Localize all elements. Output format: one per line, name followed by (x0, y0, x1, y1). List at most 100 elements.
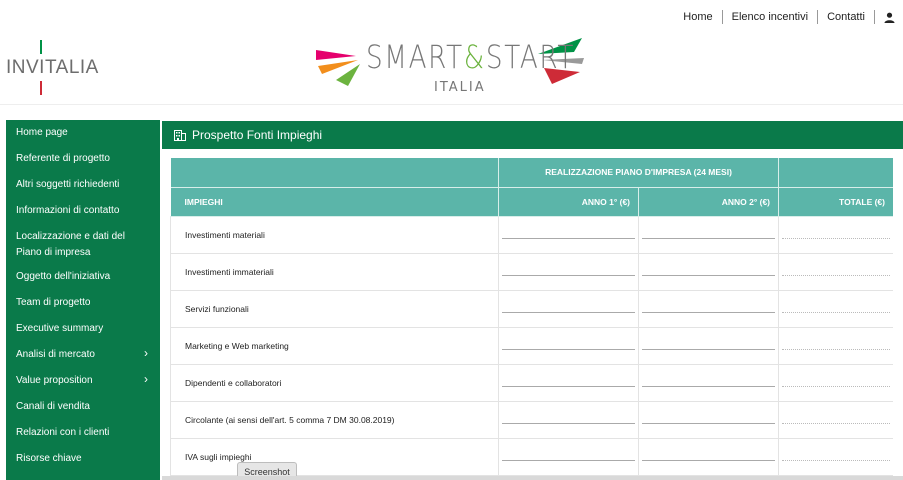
table-cell (638, 290, 779, 328)
totale-readonly-field (782, 328, 890, 350)
sidebar-item[interactable]: Risorse chiave (6, 446, 160, 472)
sidebar-item-label: Oggetto dell'iniziativa (16, 271, 111, 282)
table-cell (498, 290, 639, 328)
nav-link-elenco-incentivi[interactable]: Elenco incentivi (723, 10, 819, 24)
row-label: Marketing e Web marketing (170, 327, 499, 365)
table-cell (778, 327, 893, 365)
fonti-impieghi-table: REALIZZAZIONE PIANO D'IMPRESA (24 MESI) … (170, 158, 893, 476)
table-cell (778, 438, 893, 476)
totale-readonly-field (782, 439, 890, 461)
top-nav: Home Elenco incentivi Contatti (674, 8, 903, 26)
horizontal-scrollbar[interactable] (162, 476, 903, 480)
table-cell (778, 216, 893, 254)
sidebar-item-label: Value proposition (16, 375, 93, 386)
sidebar-item-label: Executive summary (16, 323, 104, 334)
sidebar-item[interactable]: Localizzazione e dati del Piano di impre… (6, 224, 160, 264)
chevron-right-icon[interactable]: › (144, 346, 148, 360)
invitalia-wordmark: INVITALIA (6, 57, 99, 78)
sidebar-item[interactable]: Informazioni di contatto (6, 198, 160, 224)
table-group-header-row: REALIZZAZIONE PIANO D'IMPRESA (24 MESI) (170, 158, 893, 188)
sidebar-item[interactable]: Value proposition › (6, 368, 160, 394)
col-header-impieghi: IMPIEGHI (170, 187, 499, 217)
table-cell (638, 438, 779, 476)
totale-readonly-field (782, 365, 890, 387)
sidebar-item-label: Team di progetto (16, 297, 91, 308)
table-cell (498, 327, 639, 365)
anno-2-input[interactable] (642, 254, 775, 276)
anno-2-input[interactable] (642, 439, 775, 461)
building-icon (174, 129, 186, 141)
header-divider (0, 104, 903, 105)
totale-readonly-field (782, 254, 890, 276)
table-cell (638, 327, 779, 365)
anno-1-input[interactable] (502, 217, 635, 239)
anno-2-input[interactable] (642, 328, 775, 350)
sidebar-item[interactable]: Executive summary (6, 316, 160, 342)
table-cell (498, 401, 639, 439)
anno-1-input[interactable] (502, 254, 635, 276)
totale-readonly-field (782, 291, 890, 313)
fonti-impieghi-table-container[interactable]: REALIZZAZIONE PIANO D'IMPRESA (24 MESI) … (170, 158, 893, 480)
sidebar-item[interactable]: Oggetto dell'iniziativa (6, 264, 160, 290)
row-label: Circolante (ai sensi dell'art. 5 comma 7… (170, 401, 499, 439)
totale-readonly-field (782, 402, 890, 424)
anno-1-input[interactable] (502, 291, 635, 313)
logo-bar-green (40, 40, 42, 54)
anno-2-input[interactable] (642, 291, 775, 313)
table-cell (638, 401, 779, 439)
table-row: Investimenti immateriali (170, 253, 893, 291)
row-label: IVA sugli impieghi (170, 438, 499, 476)
sidebar-item-label: Home page (16, 127, 68, 138)
table-column-header-row: IMPIEGHI ANNO 1° (€) ANNO 2° (€) TOTALE … (170, 187, 893, 217)
table-cell (498, 438, 639, 476)
table-cell (498, 364, 639, 402)
sidebar-item-label: Localizzazione e dati del Piano di impre… (16, 231, 125, 258)
anno-2-input[interactable] (642, 217, 775, 239)
col-header-anno-1: ANNO 1° (€) (498, 187, 639, 217)
anno-1-input[interactable] (502, 365, 635, 387)
nav-link-contatti[interactable]: Contatti (818, 10, 875, 24)
invitalia-logo[interactable]: INVITALIA (6, 40, 106, 96)
table-row: Circolante (ai sensi dell'art. 5 comma 7… (170, 401, 893, 439)
row-label: Investimenti materiali (170, 216, 499, 254)
table-cell (778, 364, 893, 402)
smart-start-logo[interactable]: SMART&START ITALIA (312, 34, 588, 100)
sidebar-item[interactable]: Team di progetto (6, 290, 160, 316)
sidebar-item[interactable]: Altri soggetti richiedenti (6, 172, 160, 198)
table-cell (638, 364, 779, 402)
sidebar-item[interactable]: Home page (6, 120, 160, 146)
anno-1-input[interactable] (502, 439, 635, 461)
sidebar-item-label: Analisi di mercato (16, 349, 95, 360)
anno-2-input[interactable] (642, 402, 775, 424)
table-cell (778, 253, 893, 291)
sidebar-item[interactable]: Analisi di mercato › (6, 342, 160, 368)
chevron-right-icon[interactable]: › (144, 372, 148, 386)
table-row: Marketing e Web marketing (170, 327, 893, 365)
row-label: Dipendenti e collaboratori (170, 364, 499, 402)
sidebar-item[interactable]: Relazioni con i clienti (6, 420, 160, 446)
anno-1-input[interactable] (502, 328, 635, 350)
logo-bar-red (40, 81, 42, 95)
row-label: Investimenti immateriali (170, 253, 499, 291)
table-row: Dipendenti e collaboratori (170, 364, 893, 402)
anno-2-input[interactable] (642, 365, 775, 387)
table-cell (778, 401, 893, 439)
user-icon[interactable] (875, 12, 903, 23)
header-empty (170, 158, 499, 188)
anno-1-input[interactable] (502, 402, 635, 424)
smart-start-sub: ITALIA (434, 80, 486, 95)
row-label: Servizi funzionali (170, 290, 499, 328)
table-row: Investimenti materiali (170, 216, 893, 254)
table-cell (778, 290, 893, 328)
header-empty (778, 158, 893, 188)
sidebar-item[interactable]: Canali di vendita (6, 394, 160, 420)
panel-title: Prospetto Fonti Impieghi (192, 128, 323, 142)
sidebar-item[interactable]: Referente di progetto (6, 146, 160, 172)
sidebar-item-label: Altri soggetti richiedenti (16, 179, 120, 190)
sidebar-item-label: Risorse chiave (16, 453, 82, 464)
nav-link-home[interactable]: Home (674, 10, 723, 24)
smart-start-wordmark: SMART&START (366, 38, 576, 76)
col-header-anno-2: ANNO 2° (€) (638, 187, 779, 217)
col-header-totale: TOTALE (€) (778, 187, 893, 217)
sidebar-item-label: Referente di progetto (16, 153, 110, 164)
